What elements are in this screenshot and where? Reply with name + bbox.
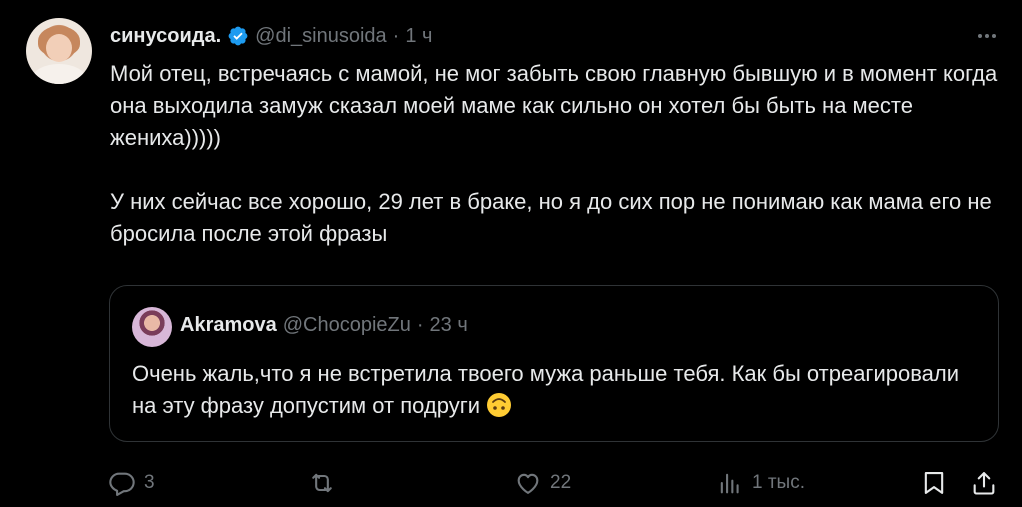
author-avatar[interactable] xyxy=(26,18,92,84)
quoted-tweet[interactable]: Akramova @ChocopieZu · 23 ч Очень жаль,ч… xyxy=(109,285,999,442)
quote-separator-dot: · xyxy=(416,314,424,336)
tweet-paragraph-2: У них сейчас все хорошо, 29 лет в браке,… xyxy=(110,189,992,246)
bookmark-button[interactable] xyxy=(920,466,948,500)
reply-button[interactable]: 3 xyxy=(108,466,155,500)
verified-badge-icon xyxy=(228,26,248,46)
share-button[interactable] xyxy=(970,466,998,500)
quote-timestamp: 23 ч xyxy=(429,314,468,336)
author-handle[interactable]: @di_sinusoida xyxy=(255,25,387,48)
more-options-icon[interactable] xyxy=(974,26,1000,46)
quote-author-avatar[interactable] xyxy=(132,307,172,347)
tweet-timestamp[interactable]: 1 ч xyxy=(405,25,432,48)
tweet-text: Мой отец, встречаясь с мамой, не мог заб… xyxy=(110,58,1000,250)
quote-header: Akramova @ChocopieZu · 23 ч xyxy=(180,314,468,337)
upside-down-face-emoji-icon xyxy=(487,393,512,417)
quote-text: Очень жаль,что я не встретила твоего муж… xyxy=(132,358,972,422)
share-icon xyxy=(973,472,995,495)
quote-text-content: Очень жаль,что я не встретила твоего муж… xyxy=(132,361,960,418)
heart-icon xyxy=(517,473,539,494)
retweet-button[interactable] xyxy=(308,466,344,500)
reply-bubble-icon xyxy=(109,472,135,496)
views-button[interactable]: 1 тыс. xyxy=(716,466,805,500)
separator-dot: · xyxy=(392,24,400,47)
tweet-paragraph-1: Мой отец, встречаясь с мамой, не мог заб… xyxy=(110,61,998,150)
quote-author-name[interactable]: Akramova xyxy=(180,314,277,337)
like-count: 22 xyxy=(550,472,572,493)
bookmark-icon xyxy=(924,472,944,494)
tweet-header: синусоида. @di_sinusoida · 1 ч xyxy=(110,22,432,50)
author-name[interactable]: синусоида. xyxy=(110,25,221,48)
retweet-icon xyxy=(312,473,332,493)
views-bar-chart-icon xyxy=(720,473,739,494)
reply-count: 3 xyxy=(144,472,155,493)
quote-author-handle[interactable]: @ChocopieZu xyxy=(283,314,411,337)
like-button[interactable]: 22 xyxy=(514,466,571,500)
views-count: 1 тыс. xyxy=(752,472,805,493)
tweet-actions-bar: 3 22 1 тыс. xyxy=(108,466,1000,500)
